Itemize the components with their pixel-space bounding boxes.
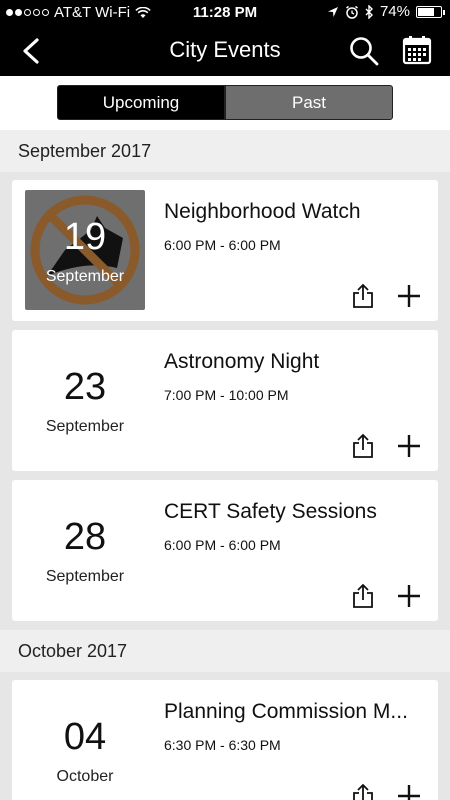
section-header: October 2017 — [0, 630, 450, 672]
event-card[interactable]: 19 September Neighborhood Watch 6:00 PM … — [12, 180, 438, 321]
calendar-icon[interactable] — [402, 35, 432, 65]
event-date: 28 September — [25, 490, 145, 610]
event-day: 19 — [63, 216, 107, 258]
event-month: September — [45, 268, 125, 285]
event-day: 23 — [63, 366, 107, 408]
event-month: September — [45, 568, 125, 585]
add-icon[interactable] — [398, 585, 420, 607]
event-time: 6:00 PM - 6:00 PM — [164, 537, 281, 553]
share-icon[interactable] — [352, 583, 374, 609]
share-icon[interactable] — [352, 783, 374, 800]
search-icon[interactable] — [348, 36, 380, 66]
event-time: 6:00 PM - 6:00 PM — [164, 237, 281, 253]
add-icon[interactable] — [398, 285, 420, 307]
event-month: October — [56, 768, 114, 785]
segmented-control-bar: Upcoming Past — [0, 76, 450, 130]
battery-percent: 74% — [379, 3, 410, 20]
alarm-clock-icon — [346, 5, 358, 19]
event-day: 28 — [63, 516, 107, 558]
share-icon[interactable] — [352, 433, 374, 459]
battery-icon — [416, 5, 445, 18]
event-date: 04 October — [25, 690, 145, 800]
event-time: 6:30 PM - 6:30 PM — [164, 737, 281, 753]
event-title: Astronomy Night — [164, 350, 320, 373]
tab-past[interactable]: Past — [225, 85, 393, 120]
event-day: 04 — [63, 716, 107, 758]
event-title: CERT Safety Sessions — [164, 500, 377, 523]
event-title: Planning Commission M... — [164, 700, 408, 723]
event-date: 23 September — [25, 340, 145, 460]
event-card[interactable]: 04 October Planning Commission M... 6:30… — [12, 680, 438, 800]
event-card[interactable]: 28 September CERT Safety Sessions 6:00 P… — [12, 480, 438, 621]
add-icon[interactable] — [398, 435, 420, 457]
status-right-group: 74% — [327, 3, 445, 20]
location-arrow-icon — [327, 6, 338, 17]
nav-bar: City Events — [0, 26, 450, 76]
event-title: Neighborhood Watch — [164, 200, 361, 223]
add-icon[interactable] — [398, 785, 420, 800]
bluetooth-icon — [365, 4, 373, 19]
section-header: September 2017 — [0, 130, 450, 172]
status-bar: AT&T Wi-Fi 11:28 PM 74% — [0, 0, 450, 26]
event-time: 7:00 PM - 10:00 PM — [164, 387, 289, 403]
tab-upcoming[interactable]: Upcoming — [57, 85, 225, 120]
event-card[interactable]: 23 September Astronomy Night 7:00 PM - 1… — [12, 330, 438, 471]
event-image: 19 September — [25, 190, 145, 310]
share-icon[interactable] — [352, 283, 374, 309]
event-month: September — [45, 418, 125, 435]
page-title: City Events — [169, 37, 281, 62]
